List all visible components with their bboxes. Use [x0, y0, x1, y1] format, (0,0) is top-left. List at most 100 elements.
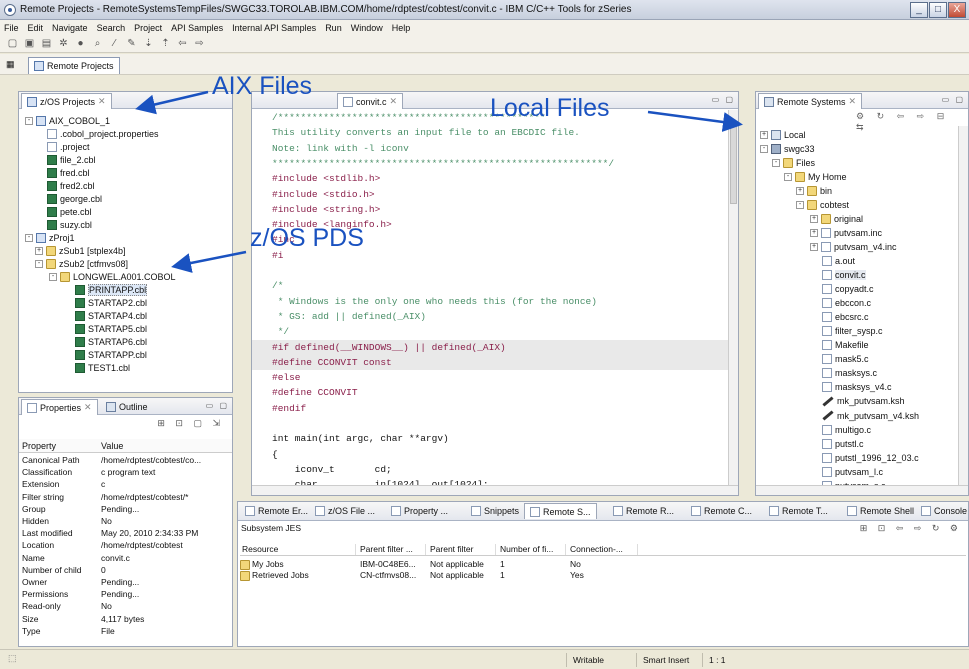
tree-item[interactable]: filter_sysp.c [822, 325, 883, 338]
property-row[interactable]: Name convit.c [19, 553, 232, 564]
menu-internal-api-samples[interactable]: Internal API Samples [232, 23, 316, 33]
tree-item[interactable]: mask5.c [822, 353, 869, 366]
forward-icon[interactable]: ⇨ [193, 38, 206, 50]
open-perspective-icon[interactable]: ▦ [6, 59, 15, 70]
expand-toggle-icon[interactable]: + [810, 228, 818, 237]
property-row[interactable]: Extension c [19, 479, 232, 490]
tree-item[interactable]: - swgc33 [760, 142, 815, 155]
scroll-thumb[interactable] [730, 124, 737, 204]
tree-item[interactable]: fred.cbl [47, 166, 90, 179]
tab-outline[interactable]: Outline [101, 399, 153, 415]
tree-item[interactable]: - cobtest [796, 198, 849, 211]
next-annotation-icon[interactable]: ⇣ [142, 38, 155, 50]
tab-zos-projects[interactable]: z/OS Projects ✕ [21, 93, 112, 109]
tree-item[interactable]: multigo.c [822, 423, 871, 436]
close-tab-icon[interactable]: ✕ [98, 96, 106, 107]
tree-item[interactable]: - AIX_COBOL_1 [25, 114, 110, 127]
tree-item[interactable]: PRINTAPP.cbl [75, 284, 148, 297]
expand-toggle-icon[interactable]: + [796, 186, 804, 195]
code-area[interactable]: /* **************************************… [252, 110, 728, 485]
maximize-button[interactable]: □ [929, 2, 947, 18]
expand-toggle-icon[interactable]: + [810, 242, 818, 251]
expand-toggle-icon[interactable]: - [25, 116, 33, 125]
property-row[interactable]: Last modified May 20, 2010 2:34:33 PM [19, 528, 232, 539]
search-icon[interactable]: ⌕ [91, 38, 104, 50]
run-icon[interactable]: ● [74, 38, 87, 50]
save-icon[interactable]: ▣ [23, 38, 36, 50]
tree-item[interactable]: + original [810, 212, 863, 225]
tree-item[interactable]: STARTAP2.cbl [75, 297, 147, 310]
tree-item[interactable]: mk_putvsam_v4.ksh [822, 409, 919, 422]
jes-column-header[interactable]: Parent filter [428, 544, 496, 555]
tab-bottom-9[interactable]: Console [916, 503, 968, 519]
tree-item[interactable]: TEST1.cbl [75, 362, 130, 375]
property-row[interactable]: Classification c program text [19, 467, 232, 478]
close-button[interactable]: X [948, 2, 966, 18]
wand-icon[interactable]: ⁄ [108, 38, 121, 50]
tree-item[interactable]: - Files [772, 156, 815, 169]
tree-item[interactable]: masksys.c [822, 367, 877, 380]
tree-item[interactable]: mk_putvsam.ksh [822, 395, 905, 408]
tree-item[interactable]: ebccon.c [822, 297, 871, 310]
tree-item[interactable]: ebcsrc.c [822, 311, 869, 324]
tab-remote-systems[interactable]: Remote Systems ✕ [758, 93, 863, 109]
jes-column-header[interactable]: Number of fi... [498, 544, 566, 555]
tree-item[interactable]: putstl.c [822, 437, 864, 450]
fast-view-icon[interactable]: ⬚ [8, 653, 17, 664]
tab-bottom-7[interactable]: Remote T... [764, 503, 833, 519]
debug-icon[interactable]: ✲ [57, 38, 70, 50]
tree-item[interactable]: masksys_v4.c [822, 381, 892, 394]
property-row[interactable]: Size 4,117 bytes [19, 614, 232, 625]
close-tab-icon[interactable]: ✕ [849, 96, 857, 107]
editor-vertical-scrollbar[interactable] [728, 110, 738, 485]
property-row[interactable]: Read-only No [19, 601, 232, 612]
expand-toggle-icon[interactable]: - [772, 158, 780, 167]
tree-item[interactable]: + Local [760, 128, 806, 141]
menu-edit[interactable]: Edit [28, 23, 44, 33]
tab-bottom-1[interactable]: z/OS File ... [310, 503, 380, 519]
expand-toggle-icon[interactable]: - [25, 233, 33, 242]
menu-navigate[interactable]: Navigate [52, 23, 88, 33]
tab-bottom-6[interactable]: Remote C... [686, 503, 757, 519]
expand-toggle-icon[interactable]: + [760, 130, 768, 139]
expand-toggle-icon[interactable]: - [796, 200, 804, 209]
expand-toggle-icon[interactable]: + [35, 247, 43, 255]
prev-annotation-icon[interactable]: ⇡ [159, 38, 172, 50]
menu-project[interactable]: Project [134, 23, 162, 33]
tree-item[interactable]: STARTAPP.cbl [75, 349, 147, 362]
expand-toggle-icon[interactable]: - [35, 260, 43, 269]
tree-item[interactable]: putstl_1996_12_03.c [822, 451, 919, 464]
close-tab-icon[interactable]: ✕ [84, 402, 92, 413]
tree-item[interactable]: suzy.cbl [47, 218, 92, 231]
tab-bottom-2[interactable]: Property ... [386, 503, 453, 519]
tab-properties[interactable]: Properties ✕ [21, 399, 98, 415]
property-row[interactable]: Canonical Path/home/rdptest/cobtest/co..… [19, 455, 232, 466]
property-row[interactable]: Filter string/home/rdptest/cobtest/* [19, 492, 232, 503]
expand-toggle-icon[interactable]: - [760, 144, 768, 153]
tab-bottom-4[interactable]: Remote S... [524, 503, 597, 519]
print-icon[interactable]: ▤ [40, 38, 53, 50]
tree-item[interactable]: file_2.cbl [47, 153, 96, 166]
tree-item[interactable]: + bin [796, 184, 832, 197]
expand-toggle-icon[interactable]: - [784, 172, 792, 181]
jes-column-header[interactable]: Resource [240, 544, 356, 555]
property-row[interactable]: Number of child 0 [19, 565, 232, 576]
tab-convit-c[interactable]: convit.c ✕ [337, 93, 404, 109]
tab-bottom-0[interactable]: Remote Er... [240, 503, 313, 519]
property-row[interactable]: Location/home/rdptest/cobtest [19, 540, 232, 551]
new-icon[interactable]: ▢ [6, 38, 19, 50]
expand-toggle-icon[interactable]: + [810, 214, 818, 223]
menu-api-samples[interactable]: API Samples [171, 23, 223, 33]
back-icon[interactable]: ⇦ [176, 38, 189, 50]
tree-item[interactable]: copyadt.c [822, 283, 874, 296]
remote-systems-horizontal-scrollbar[interactable] [756, 485, 968, 495]
tree-item[interactable]: - LONGWEL.A001.COBOL [49, 271, 176, 284]
jes-row[interactable]: Retrieved Jobs CN-ctfmvs08... Not applicab… [240, 570, 968, 581]
tab-bottom-3[interactable]: Snippets [466, 503, 524, 519]
tree-item[interactable]: fred2.cbl [47, 179, 95, 192]
properties-toolbar[interactable]: ⊞ ⊡ ▢ ⇲ [157, 418, 224, 429]
tree-item[interactable]: + putvsam.inc [810, 226, 882, 239]
tree-item[interactable]: .cobol_project.properties [47, 127, 159, 140]
expand-toggle-icon[interactable]: - [49, 273, 57, 282]
tree-item[interactable]: + putvsam_v4.inc [810, 240, 897, 253]
